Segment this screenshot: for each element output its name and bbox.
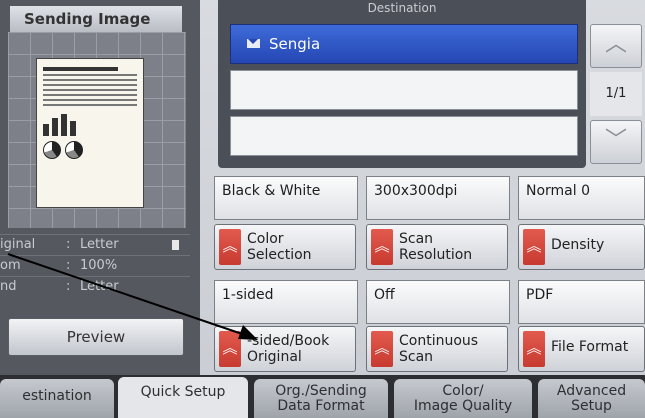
color-selection-button[interactable]: ︽ Color Selection: [214, 224, 356, 270]
scroll-down-button[interactable]: ﹀: [590, 120, 642, 164]
destination-empty-row[interactable]: [230, 70, 578, 110]
resolution-value: 300x300dpi: [366, 176, 510, 220]
tab-quick-setup[interactable]: Quick Setup: [118, 377, 248, 418]
tab-destination[interactable]: estination: [0, 379, 114, 418]
continuous-scan-button[interactable]: ︽ Continuous Scan: [366, 326, 508, 372]
sending-image-panel: Sending Image iginal : Letter om : 100% …: [0, 0, 200, 375]
double-chevron-up-icon: ︽: [219, 229, 241, 265]
file-format-button[interactable]: ︽ File Format: [518, 326, 645, 372]
density-button[interactable]: ︽ Density: [518, 224, 645, 270]
info-row-original: iginal : Letter: [0, 234, 190, 255]
destination-name: Sengia: [269, 35, 321, 53]
continuous-value: Off: [366, 280, 510, 324]
info-value: Letter: [80, 237, 119, 252]
destination-entry[interactable]: Sengia: [230, 24, 578, 64]
document-thumbnail: [36, 58, 144, 208]
format-value: PDF: [518, 280, 645, 324]
scan-resolution-button[interactable]: ︽ Scan Resolution: [366, 224, 508, 270]
copier-touch-panel: Sending Image iginal : Letter om : 100% …: [0, 0, 645, 418]
double-chevron-up-icon: ︽: [523, 229, 545, 265]
info-key: iginal: [0, 237, 36, 252]
preview-button[interactable]: Preview: [8, 318, 184, 356]
panel-title: Sending Image: [10, 6, 182, 32]
info-key: nd: [0, 279, 17, 294]
sided-book-original-button[interactable]: ︽ -sided/Book Original: [214, 326, 356, 372]
chevron-down-icon: ﹀: [604, 128, 627, 153]
info-key: om: [0, 258, 21, 273]
tab-color-image-quality[interactable]: Color/ Image Quality: [394, 379, 532, 418]
double-chevron-up-icon: ︽: [523, 331, 545, 367]
destination-header: Destination: [367, 1, 437, 15]
tab-org-sending-data-format[interactable]: Org./Sending Data Format: [254, 379, 388, 418]
destination-list: Destination Sengia: [218, 0, 586, 168]
info-value: Letter: [80, 279, 119, 294]
tab-advanced-setup[interactable]: Advanced Setup: [538, 379, 645, 418]
info-row-zoom: om : 100%: [0, 255, 190, 276]
page-icon: [172, 240, 179, 250]
page-indicator: 1/1: [590, 72, 642, 116]
scroll-up-button[interactable]: ︿: [590, 24, 642, 68]
info-value: 100%: [80, 258, 118, 273]
mail-icon: [247, 39, 260, 48]
destination-scroll: ︿ 1/1 ﹀: [590, 24, 642, 164]
info-row-send: nd : Letter: [0, 276, 190, 297]
function-tab-bar: estination Quick Setup Org./Sending Data…: [0, 375, 645, 418]
chevron-up-icon: ︿: [604, 32, 627, 57]
density-value: Normal 0: [518, 176, 645, 220]
double-chevron-up-icon: ︽: [371, 331, 393, 367]
sided-value: 1-sided: [214, 280, 358, 324]
destination-empty-row[interactable]: [230, 116, 578, 156]
double-chevron-up-icon: ︽: [219, 331, 241, 367]
original-info: iginal : Letter om : 100% nd : Letter: [0, 234, 190, 310]
double-chevron-up-icon: ︽: [371, 229, 393, 265]
color-value: Black & White: [214, 176, 358, 220]
